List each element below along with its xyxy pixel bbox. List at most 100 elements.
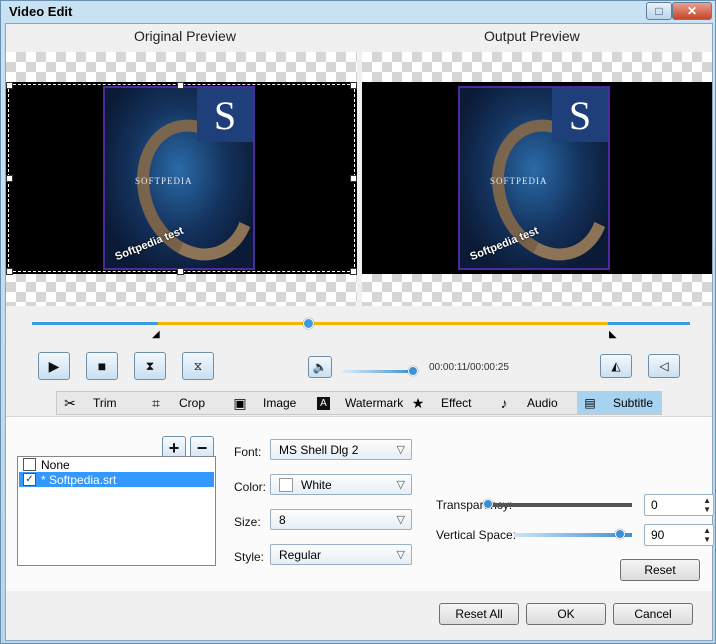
watermark-icon: A	[317, 396, 330, 410]
brand-text: SOFTPEDIA	[490, 176, 548, 186]
play-button[interactable]: ▶	[38, 352, 70, 380]
subtitle-panel: + − None ✓ * Softpedia.srt Font: MS Shell…	[6, 416, 714, 591]
size-value: 8	[279, 512, 286, 527]
tab-image[interactable]: ▣ Image	[231, 392, 311, 414]
vertical-space-thumb[interactable]	[615, 529, 626, 539]
tab-label: Watermark	[345, 396, 404, 410]
color-swatch	[279, 477, 293, 492]
checkbox[interactable]	[23, 458, 36, 471]
flip-vertical-icon: ◁	[659, 359, 669, 373]
list-item-label: * Softpedia.srt	[41, 472, 117, 487]
vertical-space-value: 90	[651, 528, 665, 542]
output-preview-title: Output Preview	[484, 28, 580, 44]
list-item[interactable]: ✓ * Softpedia.srt	[19, 472, 214, 487]
crop-handle[interactable]	[350, 82, 357, 89]
size-select[interactable]: 8 ▽	[270, 509, 412, 530]
image-icon: ▣	[233, 394, 247, 411]
volume-thumb[interactable]	[408, 366, 418, 376]
size-label: Size:	[234, 515, 261, 529]
color-label: Color:	[234, 480, 267, 494]
volume-slider[interactable]	[341, 370, 413, 373]
transparency-thumb[interactable]	[483, 499, 493, 509]
video-area: S SOFTPEDIA Softpedia test	[362, 82, 712, 274]
video-edit-window: Video Edit □ ✕ Original Preview Output P…	[0, 0, 716, 644]
logo: S	[552, 88, 608, 142]
volume-button[interactable]: 🔈	[308, 356, 332, 378]
tab-effect[interactable]: ★ Effect	[409, 392, 485, 414]
crop-handle[interactable]	[6, 82, 13, 89]
mark-out-button[interactable]: ⧖	[182, 352, 214, 380]
tab-audio[interactable]: ♪ Audio	[495, 392, 569, 414]
crop-handle[interactable]	[177, 268, 184, 275]
maximize-icon: □	[655, 4, 663, 18]
timeline-thumb[interactable]	[303, 318, 315, 329]
star-icon: ★	[411, 394, 425, 411]
tab-trim[interactable]: ✂ Trim	[61, 392, 143, 414]
style-select[interactable]: Regular ▽	[270, 544, 412, 565]
list-item[interactable]: None	[19, 457, 214, 472]
subtitle-list: None ✓ * Softpedia.srt	[17, 456, 216, 566]
chevron-down-icon: ▽	[396, 444, 405, 456]
mark-in-button[interactable]: ⧗	[134, 352, 166, 380]
edit-tabs: ✂ Trim ⌗ Crop ▣ Image A Watermark ★ Effect ♪ A…	[56, 391, 662, 415]
chevron-down-icon: ▽	[396, 514, 405, 526]
chevron-down-icon: ▽	[396, 479, 405, 491]
mark-in-icon: ⧗	[145, 358, 155, 373]
tab-label: Effect	[441, 396, 472, 410]
play-icon: ▶	[48, 357, 60, 374]
crop-handle[interactable]	[350, 175, 357, 182]
font-label: Font:	[234, 445, 262, 459]
spin-arrows-icon[interactable]: ▲ ▼	[703, 526, 711, 544]
list-item-label: None	[41, 457, 70, 472]
style-label: Style:	[234, 550, 265, 564]
subtitle-icon: ▤	[584, 396, 596, 410]
close-icon: ✕	[686, 4, 698, 18]
crop-selection[interactable]	[8, 84, 355, 272]
font-value: MS Shell Dlg 2	[279, 442, 359, 457]
reset-button[interactable]: Reset	[620, 559, 700, 581]
flip-vertical-button[interactable]: ◁	[648, 354, 680, 378]
crop-handle[interactable]	[6, 175, 13, 182]
crop-handle[interactable]	[177, 82, 184, 89]
transparency-stepper[interactable]: 0 ▲ ▼	[644, 494, 714, 516]
start-marker-icon[interactable]: ◢	[152, 329, 160, 340]
client-area: Original Preview Output Preview S SOFTPE…	[5, 23, 714, 641]
time-display: 00:00:11/00:00:25	[429, 362, 509, 373]
chevron-down-icon: ▽	[396, 549, 405, 561]
spin-arrows-icon[interactable]: ▲ ▼	[703, 496, 711, 514]
stop-icon: ■	[97, 358, 107, 374]
video-frame: S SOFTPEDIA Softpedia test	[458, 86, 610, 270]
tab-label: Subtitle	[613, 396, 654, 410]
music-note-icon: ♪	[500, 395, 508, 411]
speaker-icon: 🔈	[312, 360, 328, 374]
transparency-slider[interactable]	[488, 503, 632, 507]
vertical-space-stepper[interactable]: 90 ▲ ▼	[644, 524, 714, 546]
tab-watermark[interactable]: A Watermark	[317, 392, 417, 414]
flip-horizontal-icon: ◭	[611, 359, 621, 373]
crop-icon: ⌗	[152, 394, 160, 411]
mark-out-icon: ⧖	[193, 358, 203, 373]
stop-button[interactable]: ■	[86, 352, 118, 380]
flip-horizontal-button[interactable]: ◭	[600, 354, 632, 378]
reset-all-button[interactable]: Reset All	[439, 603, 519, 625]
color-select[interactable]: White ▽	[270, 474, 412, 495]
scissors-icon: ✂	[64, 394, 76, 411]
maximize-button[interactable]: □	[646, 2, 672, 20]
tab-subtitle[interactable]: ▤ Subtitle	[577, 392, 661, 414]
end-marker-icon[interactable]: ◣	[609, 329, 617, 340]
original-preview-pane[interactable]: S SOFTPEDIA Softpedia test	[6, 52, 357, 306]
vertical-space-label: Vertical Space:	[436, 528, 517, 542]
style-value: Regular	[279, 547, 322, 562]
window-title: Video Edit	[9, 4, 73, 19]
title-bar[interactable]: Video Edit □ ✕	[1, 1, 715, 23]
font-select[interactable]: MS Shell Dlg 2 ▽	[270, 439, 412, 460]
crop-handle[interactable]	[350, 268, 357, 275]
tab-label: Crop	[179, 396, 206, 410]
ok-button[interactable]: OK	[526, 603, 606, 625]
crop-handle[interactable]	[6, 268, 13, 275]
tab-crop[interactable]: ⌗ Crop	[147, 392, 221, 414]
checkbox[interactable]: ✓	[23, 473, 36, 486]
close-button[interactable]: ✕	[672, 2, 712, 20]
tab-label: Trim	[93, 396, 117, 410]
cancel-button[interactable]: Cancel	[613, 603, 693, 625]
